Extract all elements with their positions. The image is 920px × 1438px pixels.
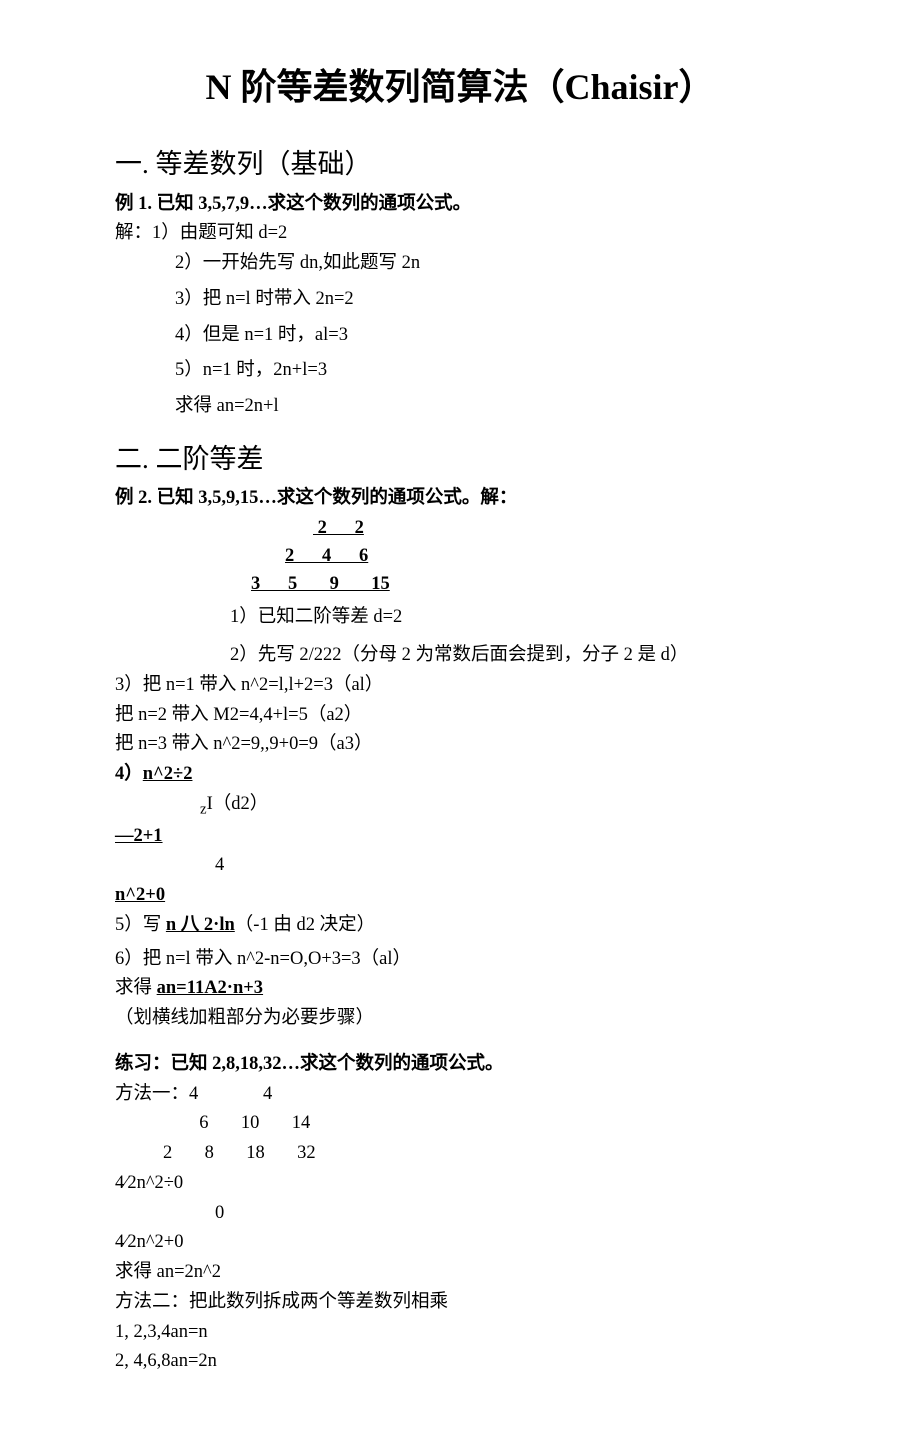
practice-label: 练习：已知 2,8,18,32…求这个数列的通项公式。 bbox=[115, 1051, 805, 1079]
step-1-3: 3）把 n=l 时带入 2n=2 bbox=[115, 286, 805, 314]
step-2-2: 2）先写 2/222（分母 2 为常数后面会提到，分子 2 是 d） bbox=[115, 642, 805, 670]
m1-row-1: 方法一：4 4 bbox=[115, 1081, 805, 1109]
step-2-4c: —2+1 bbox=[115, 823, 805, 851]
m1-step-2: 0 bbox=[115, 1200, 805, 1228]
example-2-label: 例 2. 已知 3,5,9,15…求这个数列的通项公式。解： bbox=[115, 485, 805, 513]
step-2-6: 6）把 n=l 带入 n^2-n=O,O+3=3（al） bbox=[115, 946, 805, 974]
m1-result: 求得 an=2n^2 bbox=[115, 1259, 805, 1287]
step-2-3b: 把 n=2 带入 M2=4,4+l=5（a2） bbox=[115, 702, 805, 730]
pyramid-row-3: 3 5 9 15 bbox=[251, 571, 805, 599]
result-2: 求得 an=11A2·n+3 bbox=[115, 975, 805, 1003]
section-2-heading: 二. 二阶等差 bbox=[115, 439, 805, 480]
step-2-4b: zI（d2） bbox=[115, 791, 805, 821]
page-title: N 阶等差数列简算法（Chaisir） bbox=[115, 60, 805, 114]
m1-row-3: 2 8 18 32 bbox=[115, 1140, 805, 1168]
m1-step-1: 4⁄2n^2÷0 bbox=[115, 1170, 805, 1198]
step-2-5: 5）写 n 八 2·ln（-1 由 d2 决定） bbox=[115, 912, 805, 940]
step-2-4d: 4 bbox=[115, 852, 805, 880]
step-1-2: 2）一开始先写 dn,如此题写 2n bbox=[115, 250, 805, 278]
step-1-5: 5）n=1 时，2n+l=3 bbox=[115, 357, 805, 385]
pyramid-row-1: 2 2 bbox=[275, 515, 805, 543]
step-2-1: 1）已知二阶等差 d=2 bbox=[115, 604, 805, 632]
step-2-4e: n^2+0 bbox=[115, 882, 805, 910]
step-1-4: 4）但是 n=1 时，al=3 bbox=[115, 322, 805, 350]
solve-line-1: 解：1）由题可知 d=2 bbox=[115, 220, 805, 248]
m2-step-2: 2, 4,6,8an=2n bbox=[115, 1348, 805, 1376]
m1-row-2: 6 10 14 bbox=[190, 1110, 805, 1138]
difference-pyramid: 2 2 2 4 6 3 5 9 15 bbox=[275, 515, 805, 598]
note-2: （划横线加粗部分为必要步骤） bbox=[115, 1005, 805, 1033]
m1-step-3: 4⁄2n^2+0 bbox=[115, 1229, 805, 1257]
step-2-3c: 把 n=3 带入 n^2=9,,9+0=9（a3） bbox=[115, 731, 805, 759]
result-1: 求得 an=2n+l bbox=[115, 393, 805, 421]
method-2-label: 方法二：把此数列拆成两个等差数列相乘 bbox=[115, 1289, 805, 1317]
method-1-pyramid: 方法一：4 4 6 10 14 2 8 18 32 bbox=[115, 1081, 805, 1168]
pyramid-row-2: 2 4 6 bbox=[275, 543, 805, 571]
section-1-heading: 一. 等差数列（基础） bbox=[115, 144, 805, 185]
step-2-3: 3）把 n=1 带入 n^2=l,l+2=3（al） bbox=[115, 672, 805, 700]
step-2-4: 4）n^2÷2 bbox=[115, 761, 805, 789]
example-1-label: 例 1. 已知 3,5,7,9…求这个数列的通项公式。 bbox=[115, 191, 805, 219]
m2-step-1: 1, 2,3,4an=n bbox=[115, 1319, 805, 1347]
